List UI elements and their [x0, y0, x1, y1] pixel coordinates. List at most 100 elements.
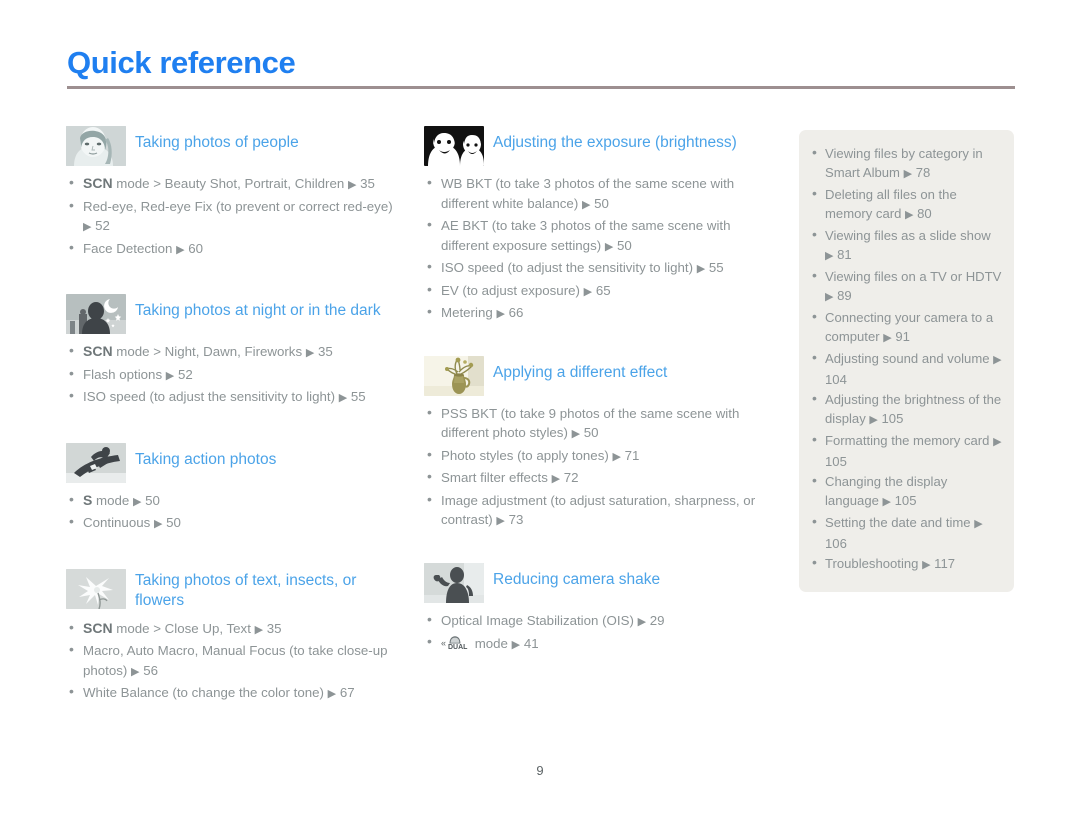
list-item: SCN mode > Beauty Shot, Portrait, Childr… [66, 173, 396, 196]
page-ref: 35 [314, 344, 333, 359]
waving-person-thumbnail [424, 562, 484, 603]
item-text: ISO speed (to adjust the sensitivity to … [83, 389, 339, 404]
side-panel-list: Viewing files by category in Smart Album… [809, 143, 1002, 575]
list-item: ISO speed (to adjust the sensitivity to … [66, 386, 396, 409]
svg-text:«: « [441, 638, 446, 648]
list-item: Formatting the memory card ▶ 105 [809, 430, 1002, 471]
list-item: Adjusting sound and volume ▶ 104 [809, 348, 1002, 389]
item-text: Flash options [83, 366, 166, 382]
page-ref: 60 [184, 240, 204, 256]
item-text: mode > Night, Dawn, Fireworks [112, 344, 306, 359]
list-item: Connecting your camera to a computer ▶ 9… [809, 307, 1002, 348]
item-text: Deleting all files on the memory card [825, 187, 957, 221]
page-ref-arrow-icon: ▶ [496, 515, 505, 527]
page-ref-arrow-icon: ▶ [993, 436, 1002, 448]
section-header: Taking photos of text, insects, or flowe… [66, 568, 396, 611]
list-item: ISO speed (to adjust the sensitivity to … [424, 257, 769, 280]
page-ref: 35 [356, 176, 375, 191]
section-title: Reducing camera shake [493, 570, 661, 588]
section-header: Applying a different effect [424, 355, 769, 396]
section-title: Adjusting the exposure (brightness) [493, 134, 737, 151]
page-ref: 55 [705, 260, 724, 275]
list-item: Setting the date and time ▶ 106 [809, 512, 1002, 553]
page-ref-arrow-icon: ▶ [254, 623, 264, 636]
item-text: Formatting the memory card [825, 433, 994, 448]
page-ref: 91 [891, 329, 910, 344]
section-title: Taking photos of people [135, 134, 299, 151]
night-silhouette-thumbnail [66, 294, 126, 334]
item-text: ISO speed (to adjust the sensitivity to … [441, 260, 697, 275]
page-ref-arrow-icon: ▶ [696, 263, 706, 275]
section-taking-photos-of-people: Taking photos of people SCN mode > Beaut… [66, 126, 396, 260]
page-ref-arrow-icon: ▶ [637, 615, 647, 628]
section-bullet-list: SCN mode > Close Up, Text ▶ 35 Macro, Au… [66, 618, 396, 705]
page-ref: 105 [825, 454, 847, 469]
section-title: Taking action photos [135, 450, 277, 468]
item-text: Image adjustment (to adjust saturation, … [441, 492, 756, 528]
flower-thumbnail [66, 568, 126, 609]
item-text: mode [92, 492, 133, 508]
page-ref: 73 [504, 512, 524, 527]
section-header: Adjusting the exposure (brightness) [424, 126, 769, 166]
page-ref: 78 [912, 165, 931, 180]
page-ref-arrow-icon: ▶ [165, 369, 175, 382]
section-bullet-list: WB BKT (to take 3 photos of the same sce… [424, 173, 769, 325]
two-faces-highcontrast-thumbnail [424, 126, 484, 166]
list-item: Continuous ▶ 50 [66, 512, 396, 535]
item-text: Macro, Auto Macro, Manual Focus (to take… [83, 643, 388, 678]
title-block: Quick reference [67, 44, 1015, 89]
section-reducing-camera-shake: Reducing camera shake Optical Image Stab… [424, 562, 769, 656]
section-header: Reducing camera shake [424, 562, 769, 603]
flower-vase-sepia-thumbnail [424, 355, 484, 396]
page-title: Quick reference [67, 45, 296, 80]
list-item: Image adjustment (to adjust saturation, … [424, 490, 769, 532]
list-item: White Balance (to change the color tone)… [66, 682, 396, 705]
list-item: Viewing files on a TV or HDTV ▶ 89 [809, 266, 1002, 307]
svg-text:DUAL: DUAL [448, 644, 468, 650]
list-item: Metering ▶ 66 [424, 302, 769, 325]
page-ref: 117 [930, 556, 956, 571]
page-ref-arrow-icon: ▶ [903, 168, 913, 180]
item-text: Adjusting the brightness of the display [825, 392, 1002, 426]
list-item: Optical Image Stabilization (OIS) ▶ 29 [424, 610, 769, 633]
page-ref: 55 [347, 389, 366, 404]
page-ref: 52 [174, 366, 193, 382]
page-ref: 50 [613, 237, 632, 253]
page-ref-arrow-icon: ▶ [882, 496, 891, 508]
item-text: Red-eye, Red-eye Fix (to prevent or corr… [83, 198, 393, 214]
page-ref-arrow-icon: ▶ [571, 428, 581, 440]
list-item: Face Detection ▶ 60 [66, 238, 396, 261]
list-item: Macro, Auto Macro, Manual Focus (to take… [66, 640, 396, 682]
document-page: Quick reference Taking photos of people … [0, 0, 1080, 815]
page-ref-arrow-icon: ▶ [131, 665, 140, 678]
section-bullet-list: Optical Image Stabilization (OIS) ▶ 29 «… [424, 610, 769, 656]
section-taking-photos-of-text-insects-flowers: Taking photos of text, insects, or flowe… [66, 568, 396, 705]
page-ref: 50 [162, 515, 181, 530]
list-item: Smart filter effects ▶ 72 [424, 467, 769, 490]
page-ref: 80 [913, 206, 932, 221]
item-text: mode [471, 636, 512, 651]
page-ref: 29 [646, 612, 665, 628]
item-text: Troubleshooting [825, 556, 923, 571]
list-item: Adjusting the brightness of the display … [809, 389, 1002, 430]
list-item: SCN mode > Night, Dawn, Fireworks ▶ 35 [66, 341, 396, 364]
page-ref: 35 [263, 620, 282, 636]
item-text: mode > Beauty Shot, Portrait, Children [112, 176, 348, 191]
page-ref-arrow-icon: ▶ [905, 209, 914, 221]
item-text: Smart filter effects [441, 470, 552, 485]
list-item: EV (to adjust exposure) ▶ 65 [424, 280, 769, 303]
page-ref: 52 [91, 218, 110, 233]
list-item: AE BKT (to take 3 photos of the same sce… [424, 215, 769, 257]
page-ref: 50 [141, 492, 160, 508]
section-bullet-list: PSS BKT (to take 9 photos of the same sc… [424, 403, 769, 532]
column-left: Taking photos of people SCN mode > Beaut… [66, 126, 396, 706]
item-text: EV (to adjust exposure) [441, 282, 584, 298]
list-item: WB BKT (to take 3 photos of the same sce… [424, 173, 769, 215]
page-ref-arrow-icon: ▶ [612, 450, 621, 463]
page-number: 9 [536, 763, 544, 778]
mode-label: SCN [83, 619, 113, 636]
page-ref: 50 [590, 195, 609, 211]
item-text: Viewing files on a TV or HDTV [825, 269, 1002, 284]
item-text: Optical Image Stabilization (OIS) [441, 612, 638, 628]
snowboarder-thumbnail [66, 442, 126, 483]
